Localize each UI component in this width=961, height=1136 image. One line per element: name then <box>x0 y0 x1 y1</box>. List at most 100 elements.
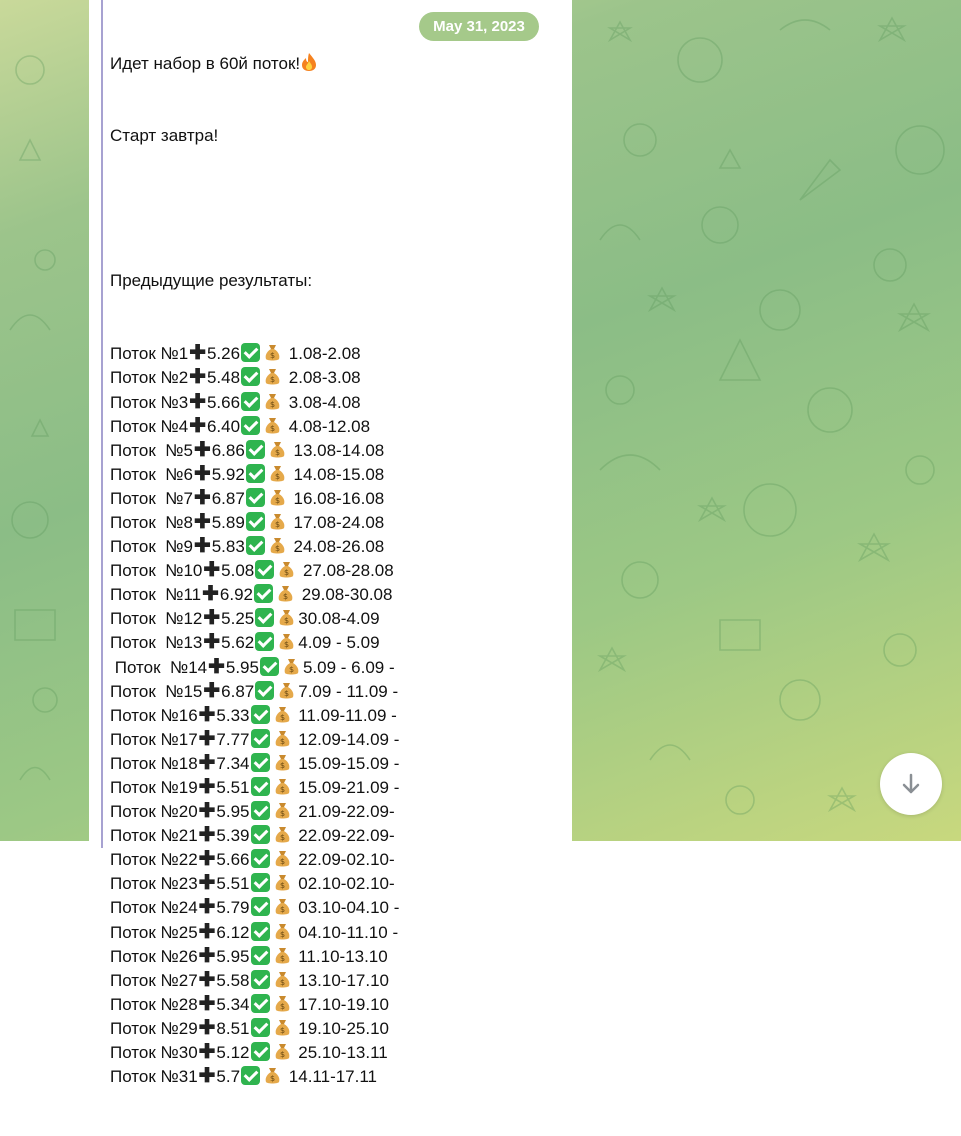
result-date-range: 13.10-17.10 <box>293 970 389 990</box>
result-date-range: 3.08-4.08 <box>284 392 361 412</box>
result-value: 6.86 <box>211 440 245 460</box>
check-icon <box>255 560 275 580</box>
money-bag-icon: $ <box>279 562 294 578</box>
check-icon <box>250 921 270 941</box>
result-value: 5.12 <box>216 1043 250 1063</box>
money-bag-icon: $ <box>278 586 293 602</box>
message-bubble[interactable]: May 31, 2023 Идет набор в 60й поток! Ста… <box>89 0 572 1087</box>
result-line: Поток №2✚5.48 $ 2.08-3.08 <box>110 365 399 389</box>
result-line: Поток №10✚5.08 $ 27.08-28.08 <box>110 558 399 582</box>
result-date-range: 19.10-25.10 <box>293 1018 389 1038</box>
intro-text-1: Идет набор в 60й поток! <box>110 54 301 74</box>
check-icon <box>250 801 270 821</box>
result-line: Поток №20✚5.95 $ 21.09-22.09- <box>110 799 399 823</box>
svg-text:$: $ <box>275 496 280 505</box>
plus-icon: ✚ <box>198 944 216 967</box>
result-date-range: 11.10-13.10 <box>293 946 388 966</box>
svg-text:$: $ <box>284 640 289 649</box>
check-icon <box>250 1042 270 1062</box>
result-date-range: 13.08-14.08 <box>288 440 385 460</box>
result-label: Поток №8 <box>110 512 193 532</box>
result-date-range: 5.09 - 6.09 - <box>302 657 395 677</box>
plus-icon: ✚ <box>203 559 221 582</box>
result-line: Поток №6✚5.92 $ 14.08-15.08 <box>110 462 399 486</box>
money-bag-icon: $ <box>275 779 289 795</box>
plus-icon: ✚ <box>198 848 216 871</box>
result-value: 8.51 <box>216 1018 250 1038</box>
check-icon <box>250 897 270 917</box>
money-bag-icon: $ <box>270 513 285 530</box>
result-label: Поток №6 <box>110 464 193 484</box>
money-bag-icon: $ <box>279 610 294 626</box>
result-label: Поток №22 <box>110 850 198 870</box>
result-label: Поток №31 <box>110 1067 198 1087</box>
svg-text:$: $ <box>279 785 284 794</box>
result-date-range: 7.09 - 11.09 - <box>298 681 399 701</box>
result-line: Поток №28✚5.34 $ 17.10-19.10 <box>110 992 399 1016</box>
result-line: Поток №16✚5.33 $ 11.09-11.09 - <box>110 703 399 727</box>
svg-text:$: $ <box>275 544 280 553</box>
check-icon <box>245 487 265 507</box>
money-bag-icon: $ <box>265 417 280 434</box>
money-bag-icon: $ <box>270 465 285 482</box>
intro-line-1: Идет набор в 60й поток! <box>110 52 399 76</box>
result-label: Поток №1 <box>110 344 189 364</box>
result-date-range: 4.09 - 5.09 <box>298 633 380 653</box>
result-label: Поток №18 <box>110 753 198 773</box>
money-bag-icon: $ <box>265 369 280 385</box>
plus-icon: ✚ <box>193 510 211 533</box>
result-line: Поток №24✚5.79 $ 03.10-04.10 - <box>110 895 399 919</box>
result-value: 5.89 <box>211 512 245 532</box>
result-label: Поток №29 <box>110 1018 198 1038</box>
result-date-range: 02.10-02.10- <box>293 874 395 894</box>
check-icon <box>255 680 275 700</box>
result-date-range: 24.08-26.08 <box>288 537 385 557</box>
money-bag-icon: $ <box>275 754 289 771</box>
svg-text:$: $ <box>279 881 284 890</box>
svg-text:$: $ <box>275 520 280 529</box>
plus-icon: ✚ <box>198 800 216 823</box>
result-value: 5.7 <box>216 1067 241 1087</box>
money-bag-icon: $ <box>279 682 294 699</box>
check-icon <box>250 752 270 772</box>
plus-icon: ✚ <box>203 631 221 654</box>
result-line: Поток №17✚7.77 $ 12.09-14.09 - <box>110 727 399 751</box>
result-value: 6.87 <box>211 488 245 508</box>
result-value: 5.66 <box>216 850 250 870</box>
result-label: Поток №14 <box>110 657 208 677</box>
result-value: 5.39 <box>216 826 250 846</box>
result-line: Поток №9✚5.83 $ 24.08-26.08 <box>110 534 399 558</box>
result-line: Поток №15✚6.87 $7.09 - 11.09 - <box>110 679 399 703</box>
result-value: 5.83 <box>211 537 245 557</box>
money-bag-icon: $ <box>275 1044 289 1060</box>
money-bag-icon: $ <box>270 538 285 554</box>
result-line: Поток №8✚5.89 $ 17.08-24.08 <box>110 510 399 534</box>
check-icon <box>245 439 265 459</box>
result-date-range: 03.10-04.10 - <box>293 898 400 918</box>
money-bag-icon: $ <box>265 345 280 361</box>
result-label: Поток №3 <box>110 392 189 412</box>
result-date-range: 15.09-21.09 - <box>293 778 400 797</box>
svg-text:$: $ <box>279 857 284 866</box>
svg-text:$: $ <box>289 665 294 674</box>
result-value: 5.26 <box>206 344 241 364</box>
result-value: 6.87 <box>221 681 255 701</box>
result-date-range: 30.08-4.09 <box>298 609 380 629</box>
svg-text:$: $ <box>279 1002 284 1011</box>
check-icon <box>241 1066 261 1086</box>
result-line: Поток №5✚6.86 $ 13.08-14.08 <box>110 438 399 462</box>
result-label: Поток №13 <box>110 633 203 653</box>
result-label: Поток №25 <box>110 922 198 942</box>
scroll-down-button[interactable] <box>880 753 942 815</box>
result-line: Поток №26✚5.95 $ 11.10-13.10 <box>110 944 399 968</box>
result-value: 5.51 <box>216 778 250 797</box>
check-icon <box>250 1017 270 1037</box>
money-bag-icon: $ <box>265 1068 280 1084</box>
check-icon <box>250 704 270 724</box>
plus-icon: ✚ <box>198 992 216 1015</box>
result-date-range: 12.09-14.09 - <box>293 729 400 749</box>
check-icon <box>241 367 261 387</box>
plus-icon: ✚ <box>189 366 206 389</box>
check-icon <box>245 536 265 556</box>
money-bag-icon: $ <box>279 634 294 650</box>
